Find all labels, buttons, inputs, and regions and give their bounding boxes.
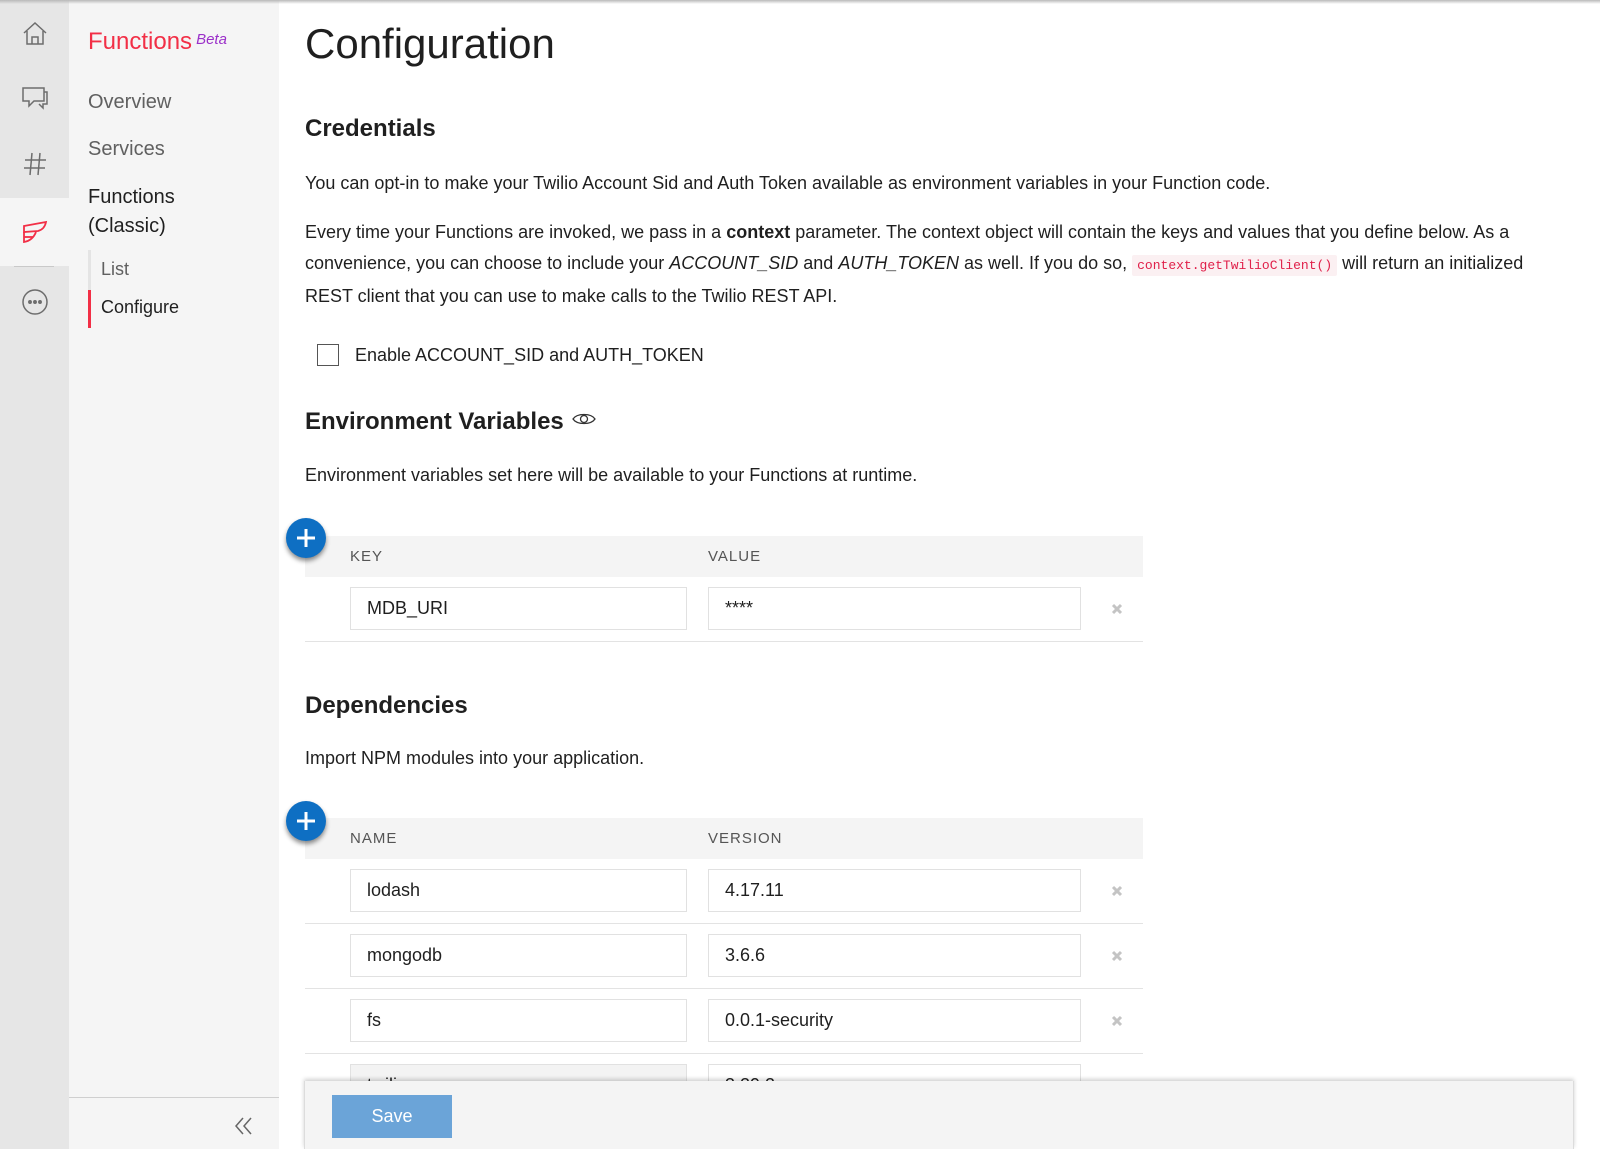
account-sid-term: ACCOUNT_SID — [669, 253, 799, 273]
env-key-input[interactable] — [350, 587, 687, 630]
top-shadow — [0, 0, 1600, 4]
active-indicator — [88, 290, 91, 328]
dependency-version-input[interactable] — [708, 934, 1081, 977]
functions-icon — [22, 220, 47, 244]
main-content: Configuration Credentials You can opt-in… — [279, 0, 1600, 1149]
rail-item-messaging[interactable] — [0, 63, 69, 131]
icon-rail — [0, 0, 69, 1149]
beta-badge: Beta — [196, 31, 227, 48]
enable-credentials-label: Enable ACCOUNT_SID and AUTH_TOKEN — [355, 344, 704, 365]
credentials-heading: Credentials — [305, 115, 436, 142]
product-name: Functions — [88, 28, 193, 55]
save-button[interactable]: Save — [332, 1095, 452, 1138]
dependencies-table: NAME VERSION — [305, 818, 1143, 1119]
remove-dependency-button[interactable] — [1105, 944, 1129, 968]
product-title[interactable]: Functions Beta — [88, 28, 227, 56]
rail-item-functions[interactable] — [0, 198, 69, 266]
eye-icon[interactable] — [571, 411, 596, 427]
add-dependency-button[interactable] — [286, 801, 326, 841]
col-value: VALUE — [708, 548, 762, 565]
dependency-row — [305, 924, 1143, 989]
nav-overview[interactable]: Overview — [88, 91, 171, 114]
double-chevron-left-icon[interactable] — [233, 1115, 255, 1137]
credentials-intro: You can opt-in to make your Twilio Accou… — [305, 173, 1271, 193]
env-table: KEY VALUE — [305, 536, 1143, 642]
nav-services[interactable]: Services — [88, 138, 165, 161]
auth-token-term: AUTH_TOKEN — [838, 253, 960, 273]
env-row — [305, 577, 1143, 642]
remove-env-row-button[interactable] — [1105, 597, 1129, 621]
close-icon — [1111, 950, 1123, 962]
nav-functions-classic-line1: Functions — [88, 186, 175, 208]
text: and — [798, 253, 839, 273]
rail-separator — [14, 266, 54, 267]
rail-item-home[interactable] — [0, 0, 69, 68]
home-icon — [22, 21, 47, 45]
page-title: Configuration — [305, 20, 555, 67]
subnav-footer — [69, 1097, 279, 1149]
secondary-nav: Functions Beta Overview Services Function… — [69, 0, 279, 1149]
dependency-name-input[interactable] — [350, 999, 687, 1042]
more-icon — [21, 289, 48, 315]
remove-dependency-button[interactable] — [1105, 1009, 1129, 1033]
text: as well. If you do so, — [959, 253, 1133, 273]
rail-item-more[interactable] — [0, 268, 69, 336]
plus-icon — [297, 529, 315, 547]
chat-icon — [21, 87, 48, 110]
col-name: NAME — [350, 830, 398, 847]
nav-functions-classic[interactable]: Functions (Classic) — [88, 183, 175, 241]
env-description: Environment variables set here will be a… — [305, 465, 918, 485]
nav-list[interactable]: List — [101, 259, 129, 280]
nav-functions-classic-line2: (Classic) — [88, 215, 166, 237]
env-table-header: KEY VALUE — [305, 536, 1143, 577]
env-heading-text: Environment Variables — [305, 408, 564, 435]
env-value-input[interactable] — [708, 587, 1081, 630]
remove-dependency-button[interactable] — [1105, 879, 1129, 903]
close-icon — [1111, 885, 1123, 897]
env-heading: Environment Variables — [305, 408, 596, 436]
dependencies-heading: Dependencies — [305, 692, 468, 719]
dependency-name-input[interactable] — [350, 934, 687, 977]
col-version: VERSION — [708, 830, 783, 847]
col-key: KEY — [350, 548, 384, 565]
credentials-description: Every time your Functions are invoked, w… — [305, 217, 1575, 312]
dependency-name-input[interactable] — [350, 869, 687, 912]
save-bar: Save — [304, 1081, 1574, 1149]
dependency-version-input[interactable] — [708, 869, 1081, 912]
enable-credentials-option[interactable]: Enable ACCOUNT_SID and AUTH_TOKEN — [317, 344, 704, 366]
enable-credentials-checkbox[interactable] — [317, 344, 339, 366]
text: Every time your Functions are invoked, w… — [305, 222, 727, 242]
dependency-row — [305, 859, 1143, 924]
context-keyword: context — [726, 222, 791, 242]
close-icon — [1111, 603, 1123, 615]
dependencies-description: Import NPM modules into your application… — [305, 748, 645, 768]
add-env-variable-button[interactable] — [286, 518, 326, 558]
dependencies-table-header: NAME VERSION — [305, 818, 1143, 859]
hash-icon — [23, 152, 46, 176]
close-icon — [1111, 1015, 1123, 1027]
rail-item-numbers[interactable] — [0, 130, 69, 198]
nav-configure[interactable]: Configure — [101, 297, 179, 318]
dependency-row — [305, 989, 1143, 1054]
plus-icon — [297, 812, 315, 830]
code-snippet: context.getTwilioClient() — [1132, 255, 1338, 276]
dependency-version-input[interactable] — [708, 999, 1081, 1042]
